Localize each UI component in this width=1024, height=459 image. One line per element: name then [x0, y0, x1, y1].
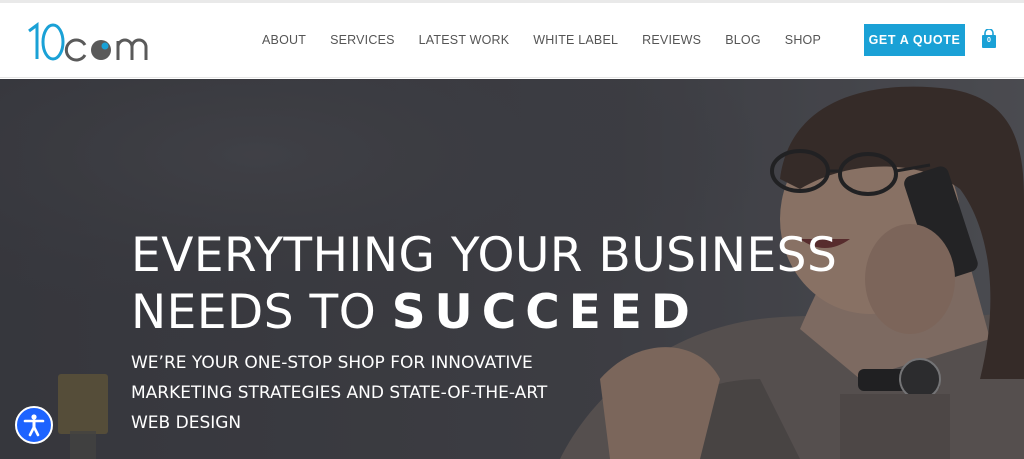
cart-count: 0: [987, 37, 991, 44]
hero-heading-strong: SUCCEED: [391, 285, 699, 340]
nav-item-blog[interactable]: BLOG: [725, 33, 761, 47]
nav-item-latest-work[interactable]: LATEST WORK: [419, 33, 510, 47]
hero-section: EVERYTHING YOUR BUSINESS NEEDS TO SUCCEE…: [0, 79, 1024, 459]
site-header: ABOUT SERVICES LATEST WORK WHITE LABEL R…: [0, 3, 1024, 78]
cart-button[interactable]: 0: [980, 29, 998, 49]
hero-subheading: WE’RE YOUR ONE-STOP SHOP FOR INNOVATIVE …: [131, 353, 548, 433]
nav-item-about[interactable]: ABOUT: [262, 33, 306, 47]
hero-heading: EVERYTHING YOUR BUSINESS NEEDS TO SUCCEE…: [131, 227, 951, 341]
hero-heading-line2: NEEDS TO SUCCEED: [131, 284, 951, 341]
nav-item-reviews[interactable]: REVIEWS: [642, 33, 701, 47]
hero-heading-line1: EVERYTHING YOUR BUSINESS: [131, 228, 838, 283]
main-nav: ABOUT SERVICES LATEST WORK WHITE LABEL R…: [250, 29, 845, 51]
accessibility-button[interactable]: [15, 406, 53, 444]
nav-item-white-label[interactable]: WHITE LABEL: [533, 33, 618, 47]
nav-item-services[interactable]: SERVICES: [330, 33, 395, 47]
get-a-quote-button[interactable]: GET A QUOTE: [864, 24, 965, 56]
nav-item-shop[interactable]: SHOP: [785, 33, 821, 47]
logo[interactable]: [26, 15, 158, 63]
hero-heading-plain: NEEDS TO: [131, 285, 377, 340]
accessibility-icon: [23, 414, 45, 437]
